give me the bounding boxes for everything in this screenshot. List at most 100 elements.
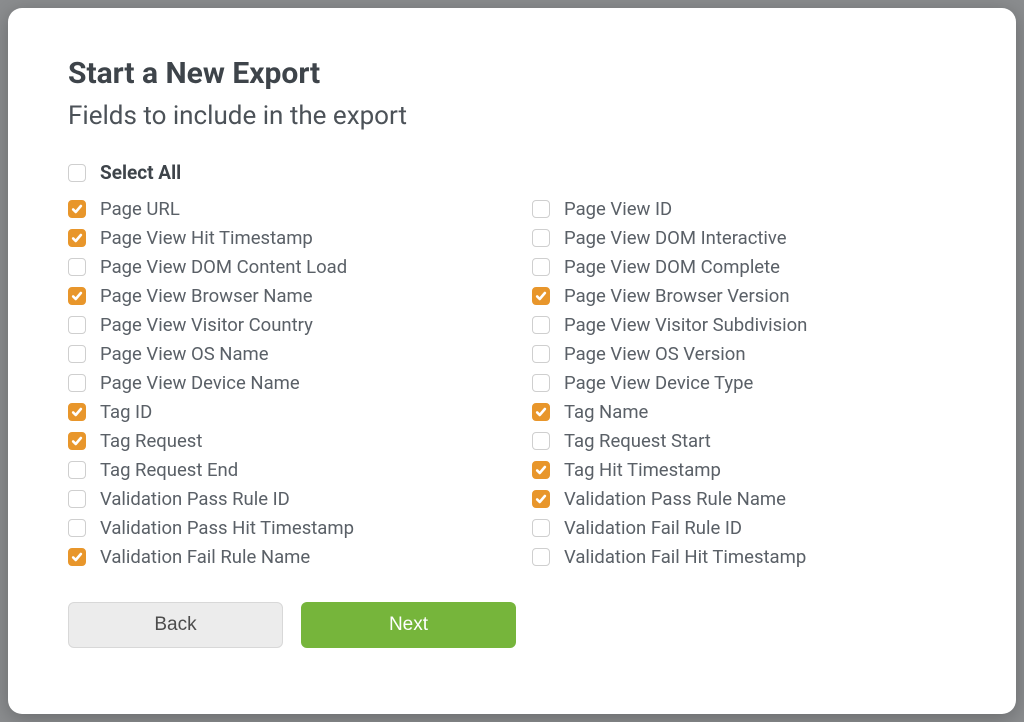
field-checkbox[interactable]: [532, 345, 550, 363]
field-label: Page View Visitor Subdivision: [564, 314, 807, 336]
back-button[interactable]: Back: [68, 602, 283, 648]
field-row: Page View Hit Timestamp: [68, 227, 492, 249]
field-label: Page View DOM Content Load: [100, 256, 347, 278]
field-row: Page View Visitor Subdivision: [532, 314, 956, 336]
field-label: Tag Request: [100, 430, 202, 452]
field-label: Validation Fail Hit Timestamp: [564, 546, 806, 568]
field-label: Page View ID: [564, 198, 672, 220]
check-icon: [71, 435, 83, 447]
field-row: Page View OS Version: [532, 343, 956, 365]
field-label: Page URL: [100, 198, 180, 220]
field-row: Validation Pass Rule ID: [68, 488, 492, 510]
check-icon: [71, 290, 83, 302]
field-checkbox[interactable]: [532, 258, 550, 276]
field-checkbox[interactable]: [68, 258, 86, 276]
field-label: Page View Device Type: [564, 372, 753, 394]
field-label: Page View Browser Version: [564, 285, 790, 307]
field-row: Validation Fail Rule ID: [532, 517, 956, 539]
field-label: Validation Pass Hit Timestamp: [100, 517, 354, 539]
field-label: Validation Pass Rule Name: [564, 488, 786, 510]
field-row: Page View DOM Content Load: [68, 256, 492, 278]
field-row: Tag Request End: [68, 459, 492, 481]
fields-columns: Page URL Page View Hit Timestamp Page View…: [68, 198, 956, 568]
field-label: Page View Browser Name: [100, 285, 313, 307]
export-modal: Start a New Export Fields to include in …: [8, 8, 1016, 714]
field-checkbox[interactable]: [532, 200, 550, 218]
field-checkbox[interactable]: [68, 461, 86, 479]
field-row: Tag ID: [68, 401, 492, 423]
field-row: Page View Device Type: [532, 372, 956, 394]
check-icon: [535, 406, 547, 418]
field-checkbox[interactable]: [532, 316, 550, 334]
check-icon: [71, 203, 83, 215]
field-checkbox[interactable]: [532, 374, 550, 392]
field-label: Tag Name: [564, 401, 648, 423]
field-checkbox[interactable]: [532, 403, 550, 421]
check-icon: [71, 232, 83, 244]
field-row: Tag Hit Timestamp: [532, 459, 956, 481]
field-row: Page View Browser Version: [532, 285, 956, 307]
field-checkbox[interactable]: [68, 287, 86, 305]
field-row: Validation Pass Hit Timestamp: [68, 517, 492, 539]
check-icon: [535, 493, 547, 505]
field-row: Page View DOM Complete: [532, 256, 956, 278]
field-row: Page View Visitor Country: [68, 314, 492, 336]
check-icon: [71, 551, 83, 563]
field-checkbox[interactable]: [532, 548, 550, 566]
field-checkbox[interactable]: [68, 519, 86, 537]
field-checkbox[interactable]: [68, 229, 86, 247]
field-row: Validation Fail Rule Name: [68, 546, 492, 568]
field-checkbox[interactable]: [68, 345, 86, 363]
field-checkbox[interactable]: [68, 490, 86, 508]
next-button[interactable]: Next: [301, 602, 516, 648]
field-row: Validation Fail Hit Timestamp: [532, 546, 956, 568]
field-row: Page View Browser Name: [68, 285, 492, 307]
field-label: Validation Pass Rule ID: [100, 488, 290, 510]
select-all-label: Select All: [100, 161, 181, 184]
field-row: Tag Request: [68, 430, 492, 452]
field-row: Tag Request Start: [532, 430, 956, 452]
field-row: Validation Pass Rule Name: [532, 488, 956, 510]
right-column: Page View ID Page View DOM Interactive Pag…: [532, 198, 956, 568]
field-label: Tag Request End: [100, 459, 238, 481]
check-icon: [535, 290, 547, 302]
left-column: Page URL Page View Hit Timestamp Page View…: [68, 198, 492, 568]
check-icon: [71, 406, 83, 418]
field-label: Tag Hit Timestamp: [564, 459, 721, 481]
field-label: Page View DOM Interactive: [564, 227, 787, 249]
field-checkbox[interactable]: [532, 519, 550, 537]
field-label: Page View Hit Timestamp: [100, 227, 313, 249]
field-row: Page View Device Name: [68, 372, 492, 394]
modal-title: Start a New Export: [68, 56, 956, 91]
field-row: Page View DOM Interactive: [532, 227, 956, 249]
field-row: Page View OS Name: [68, 343, 492, 365]
field-row: Page URL: [68, 198, 492, 220]
field-checkbox[interactable]: [68, 403, 86, 421]
field-label: Validation Fail Rule ID: [564, 517, 742, 539]
field-row: Tag Name: [532, 401, 956, 423]
field-label: Page View DOM Complete: [564, 256, 780, 278]
field-label: Page View OS Name: [100, 343, 269, 365]
field-checkbox[interactable]: [68, 200, 86, 218]
select-all-checkbox[interactable]: [68, 164, 86, 182]
field-label: Page View Device Name: [100, 372, 300, 394]
select-all-row: Select All: [68, 161, 956, 184]
field-row: Page View ID: [532, 198, 956, 220]
field-label: Validation Fail Rule Name: [100, 546, 310, 568]
field-checkbox[interactable]: [68, 548, 86, 566]
field-checkbox[interactable]: [532, 432, 550, 450]
field-checkbox[interactable]: [68, 374, 86, 392]
field-label: Tag Request Start: [564, 430, 711, 452]
field-checkbox[interactable]: [68, 316, 86, 334]
button-row: Back Next: [68, 602, 956, 648]
field-checkbox[interactable]: [532, 490, 550, 508]
field-checkbox[interactable]: [68, 432, 86, 450]
check-icon: [535, 464, 547, 476]
field-checkbox[interactable]: [532, 461, 550, 479]
field-label: Page View Visitor Country: [100, 314, 313, 336]
field-checkbox[interactable]: [532, 229, 550, 247]
field-label: Page View OS Version: [564, 343, 746, 365]
field-checkbox[interactable]: [532, 287, 550, 305]
field-label: Tag ID: [100, 401, 152, 423]
modal-subtitle: Fields to include in the export: [68, 101, 956, 131]
